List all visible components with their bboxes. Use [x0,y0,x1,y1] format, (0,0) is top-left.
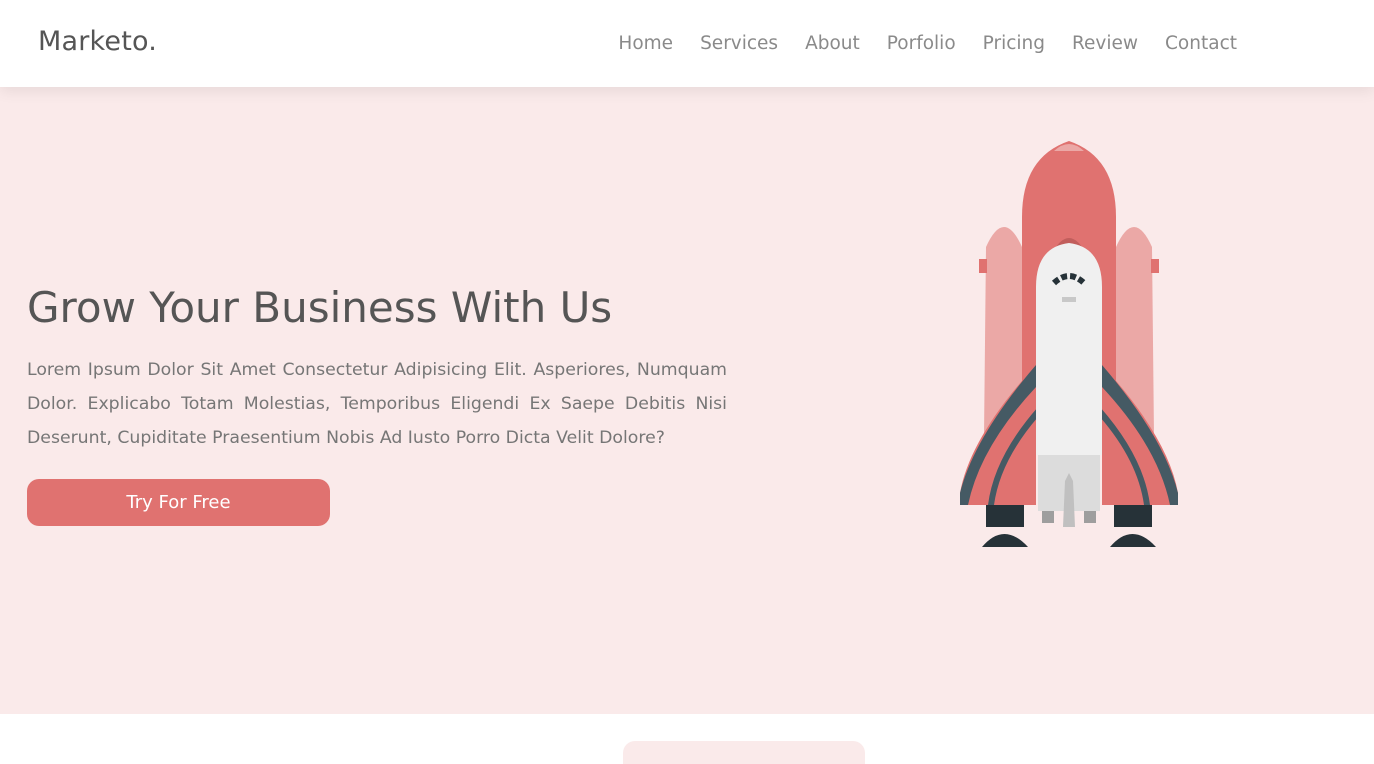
rocket-illustration [960,141,1178,547]
next-section-card [623,741,865,764]
nav-link-portfolio[interactable]: Porfolio [887,33,956,54]
orbiter [1036,243,1102,527]
nav-link-pricing[interactable]: Pricing [983,33,1045,54]
try-for-free-button[interactable]: Try For Free [27,479,330,526]
brand-logo[interactable]: Marketo. [38,26,157,57]
site-header: Marketo. Home Services About Porfolio Pr… [0,0,1374,87]
nav-link-about[interactable]: About [805,33,860,54]
nav-link-services[interactable]: Services [700,33,778,54]
hero-section: Grow Your Business With Us Lorem Ipsum D… [0,87,1374,714]
nav-link-home[interactable]: Home [618,33,673,54]
nav-link-contact[interactable]: Contact [1165,33,1237,54]
hero-title: Grow Your Business With Us [27,283,613,332]
nav-link-review[interactable]: Review [1072,33,1138,54]
main-nav: Home Services About Porfolio Pricing Rev… [618,33,1237,54]
hero-description: Lorem Ipsum Dolor Sit Amet Consectetur A… [27,360,727,448]
